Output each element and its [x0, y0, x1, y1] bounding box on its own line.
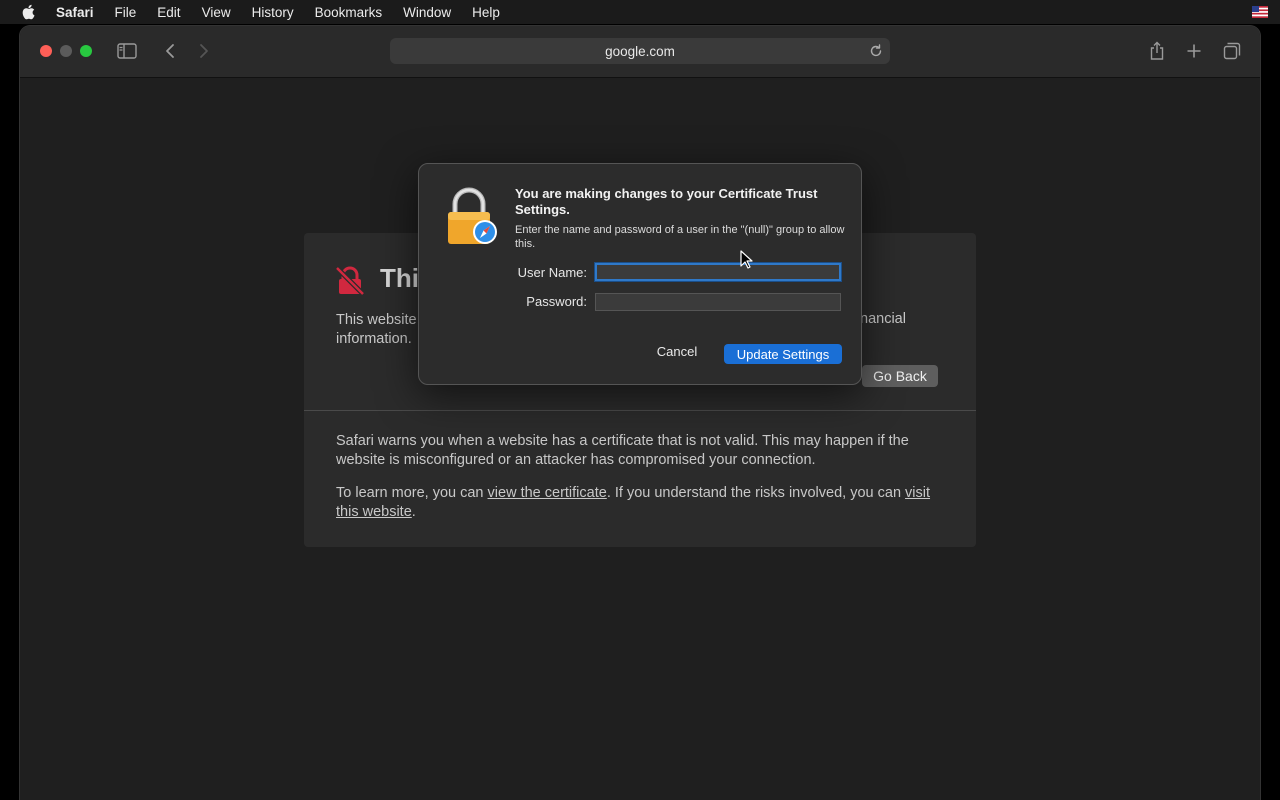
menu-app-safari[interactable]: Safari: [56, 5, 94, 20]
warning-explanation: Safari warns you when a website has a ce…: [336, 433, 909, 468]
update-settings-button[interactable]: Update Settings: [724, 344, 842, 364]
menu-view[interactable]: View: [202, 5, 231, 20]
maximize-window-button[interactable]: [80, 45, 92, 57]
cancel-button[interactable]: Cancel: [649, 344, 705, 359]
new-tab-plus-icon[interactable]: [1182, 40, 1206, 62]
warning-text-right: nancial: [860, 311, 906, 327]
safari-window: google.com Thi This website information.…: [20, 26, 1260, 800]
warning-title: Thi: [380, 263, 419, 293]
go-back-button[interactable]: Go Back: [862, 365, 938, 387]
lock-safari-icon: [445, 186, 501, 248]
warning-text-line1: This website: [336, 312, 417, 328]
menu-bar: Safari File Edit View History Bookmarks …: [0, 0, 1280, 24]
warning-text-line2: information.: [336, 331, 412, 347]
username-field-wrapper: [595, 263, 841, 281]
share-icon[interactable]: [1145, 40, 1169, 62]
password-field-wrapper: [595, 293, 841, 311]
sidebar-toggle-icon[interactable]: [115, 40, 139, 62]
authentication-dialog: You are making changes to your Certifica…: [418, 163, 862, 385]
dialog-title: You are making changes to your Certifica…: [515, 186, 818, 217]
password-label: Password:: [526, 294, 587, 309]
back-chevron-icon[interactable]: [158, 40, 182, 62]
learn-more-text: To learn more, you can view the certific…: [336, 484, 946, 522]
menu-history[interactable]: History: [252, 5, 294, 20]
learn-prefix: To learn more, you can: [336, 485, 488, 501]
address-text: google.com: [605, 43, 675, 59]
menu-window[interactable]: Window: [403, 5, 451, 20]
us-flag-input-icon[interactable]: [1252, 5, 1268, 18]
username-label: User Name:: [517, 265, 587, 280]
menu-bookmarks[interactable]: Bookmarks: [315, 5, 383, 20]
username-input[interactable]: [597, 267, 839, 281]
close-window-button[interactable]: [40, 45, 52, 57]
mouse-pointer-icon: [740, 250, 754, 270]
reload-icon[interactable]: [866, 41, 886, 61]
password-input[interactable]: [596, 295, 840, 311]
apple-menu-icon[interactable]: [0, 4, 56, 20]
menu-help[interactable]: Help: [472, 5, 500, 20]
warning-details: Safari warns you when a website has a ce…: [336, 432, 946, 536]
view-certificate-link[interactable]: view the certificate: [488, 485, 607, 501]
dialog-message: Enter the name and password of a user in…: [515, 224, 845, 250]
menu-edit[interactable]: Edit: [157, 5, 180, 20]
menu-file[interactable]: File: [115, 5, 137, 20]
minimize-window-button[interactable]: [60, 45, 72, 57]
tab-overview-icon[interactable]: [1220, 40, 1244, 62]
forward-chevron-icon[interactable]: [192, 40, 216, 62]
address-bar[interactable]: google.com: [390, 38, 890, 64]
learn-suffix: .: [411, 504, 416, 520]
toolbar: google.com: [20, 26, 1260, 78]
learn-middle: . If you understand the risks involved, …: [606, 485, 906, 501]
card-divider: [304, 410, 976, 411]
broken-lock-warning-icon: [334, 265, 366, 297]
